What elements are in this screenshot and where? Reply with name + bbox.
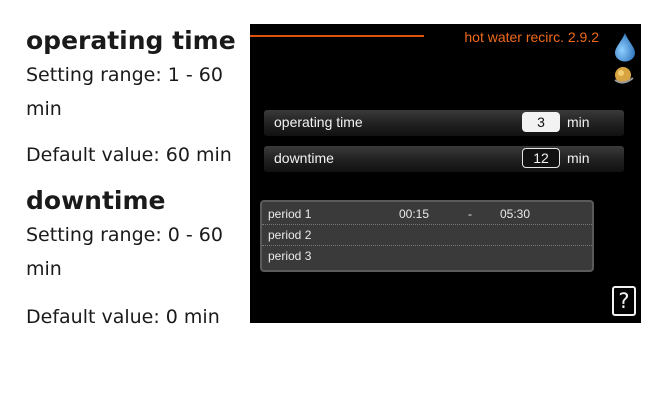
period-name: period 1 (268, 207, 312, 221)
operating-time-unit: min (567, 114, 590, 130)
downtime-label: downtime (274, 150, 334, 166)
setting-range-downtime: Setting range: 0 - 60 min (26, 224, 223, 280)
operating-time-label: operating time (274, 114, 363, 130)
manual-text: operating time Setting range: 1 - 60 min… (26, 24, 256, 334)
water-drop-icon (615, 33, 635, 62)
display-screen: hot water recirc. 2.9.2 operating time 3… (250, 24, 641, 323)
period-row[interactable]: period 2 (262, 225, 592, 246)
period-dash: - (468, 207, 472, 221)
period-name: period 3 (268, 249, 312, 263)
operating-time-value[interactable]: 3 (522, 112, 560, 132)
downtime-unit: min (567, 150, 590, 166)
period-row[interactable]: period 1 00:15 - 05:30 (262, 204, 592, 225)
period-name: period 2 (268, 228, 312, 242)
default-value-operating-time: Default value: 60 min (26, 144, 232, 166)
help-icon[interactable]: ? (612, 286, 636, 316)
title-underline (250, 35, 424, 37)
period-start: 00:15 (399, 207, 430, 221)
default-value-downtime: Default value: 0 min (26, 306, 220, 328)
heading-downtime: downtime (26, 186, 166, 215)
operating-time-row[interactable]: operating time 3 min (264, 110, 624, 136)
downtime-value[interactable]: 12 (522, 148, 560, 168)
downtime-row[interactable]: downtime 12 min (264, 146, 624, 172)
menu-title: hot water recirc. 2.9.2 (464, 29, 599, 45)
period-row[interactable]: period 3 (262, 246, 592, 266)
period-end: 05:30 (500, 207, 531, 221)
heading-operating-time: operating time (26, 26, 236, 55)
setting-range-operating-time: Setting range: 1 - 60 min (26, 64, 223, 120)
period-list: period 1 00:15 - 05:30 period 2 period 3 (260, 200, 594, 272)
sun-icon (614, 67, 634, 84)
